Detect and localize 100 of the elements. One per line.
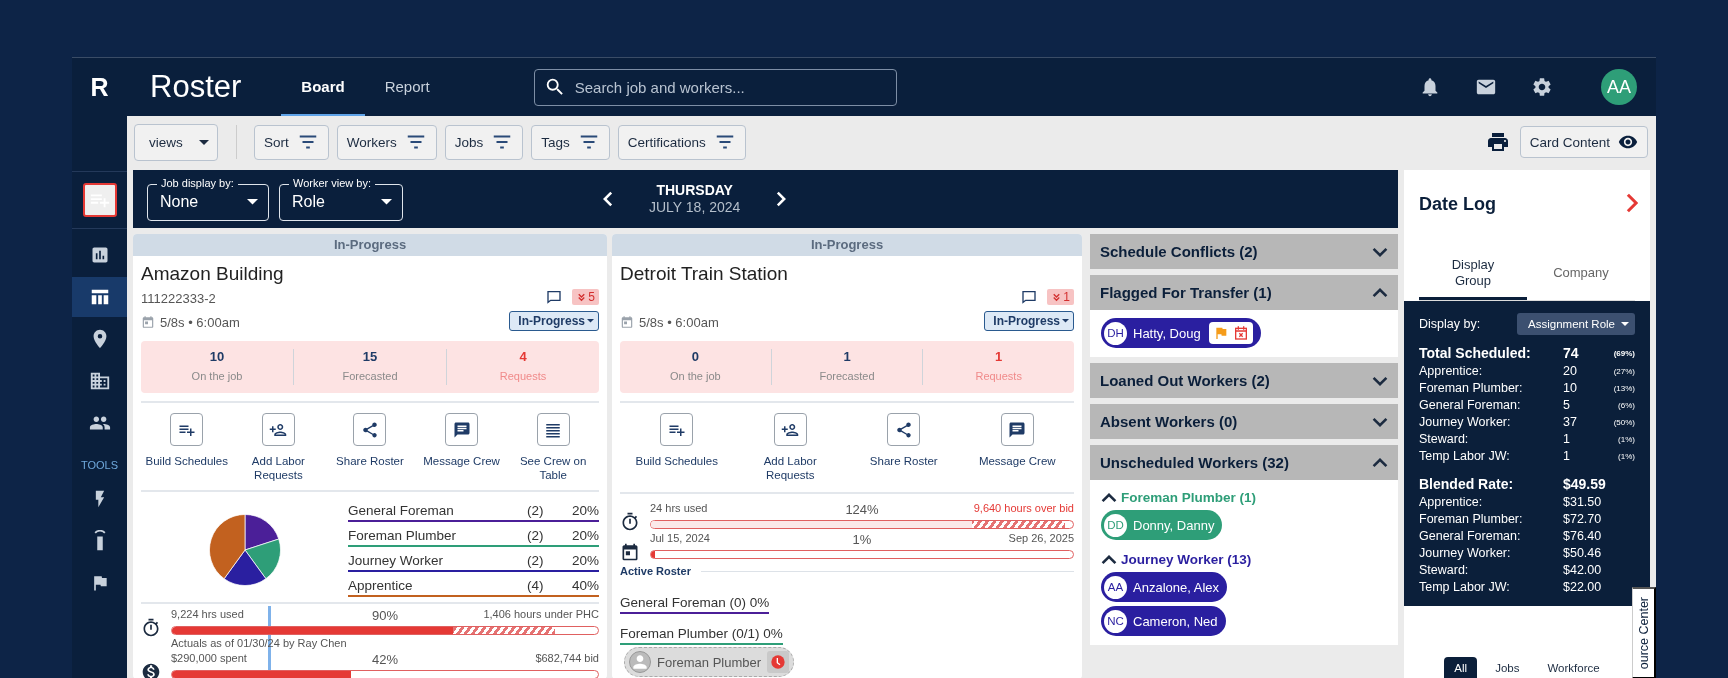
schedule-text: 5/8s • 6:00am <box>160 314 240 330</box>
share-icon <box>361 420 379 439</box>
sidebar-item[interactable] <box>72 277 127 317</box>
action-button[interactable]: Share Roster <box>847 413 961 482</box>
action-button[interactable]: Build Schedules <box>620 413 734 482</box>
settings-button[interactable] <box>1531 76 1553 98</box>
panel-header[interactable]: Schedule Conflicts (2) <box>1090 234 1398 269</box>
filter-button[interactable]: Jobs <box>444 124 524 160</box>
filter-tab[interactable]: Workforce <box>1537 657 1610 678</box>
status-dropdown[interactable]: In-Progress <box>984 311 1074 331</box>
caret-down-icon <box>247 199 258 205</box>
stat-label: Forecasted <box>818 370 876 382</box>
add-schedule-button[interactable] <box>82 183 117 217</box>
search-field[interactable]: Search job and workers... <box>533 68 897 106</box>
caret-down-icon <box>1621 322 1629 326</box>
panel-header[interactable]: Loaned Out Workers (2) <box>1090 363 1398 398</box>
action-button[interactable]: Message Crew <box>960 413 1074 482</box>
stat-value: $49.59 <box>1563 476 1607 492</box>
stat-value: 0 <box>690 349 700 364</box>
stat-value: 4 <box>518 349 528 364</box>
nav-tab[interactable]: Report <box>364 58 450 116</box>
views-dropdown[interactable]: views <box>134 123 218 161</box>
filter-button[interactable]: Sort <box>254 124 329 160</box>
stat-value: $72.70 <box>1563 512 1603 526</box>
stat-value: 37 <box>1563 415 1578 429</box>
action-button[interactable]: Share Roster <box>324 413 416 482</box>
stat-label: General Foreman: <box>1419 529 1522 543</box>
stat-percent: (6%) <box>1617 400 1635 410</box>
status-header: In-Progress <box>612 234 1082 256</box>
worker-chip[interactable]: AA Anzalone, Alex <box>1101 572 1227 602</box>
meter-start-text: $290,000 spent <box>171 652 248 666</box>
chevron-left-icon <box>603 191 613 207</box>
chevron-right-icon <box>776 191 787 207</box>
action-button[interactable]: Add Labor Requests <box>733 413 847 482</box>
job-title: Amazon Building <box>141 263 285 285</box>
filter-tab[interactable]: Jobs <box>1485 657 1530 678</box>
worker-initials: NC <box>1104 609 1127 633</box>
stat-percent: (1%) <box>1617 434 1635 444</box>
next-day-button[interactable] <box>776 191 787 207</box>
alert-badge: 1 <box>1047 289 1074 305</box>
stat-value: $50.46 <box>1563 546 1603 560</box>
stat-label: On the job <box>190 370 244 382</box>
chevron-up-icon <box>1372 287 1388 298</box>
timer-icon <box>620 512 640 532</box>
print-icon <box>1485 130 1510 154</box>
message-icon <box>1008 420 1027 439</box>
meter-start-text: 9,224 hrs used <box>171 608 245 622</box>
stat-value: $42.00 <box>1563 563 1603 577</box>
action-button[interactable]: See Crew on Table <box>507 413 599 482</box>
action-button[interactable]: Build Schedules <box>141 413 233 482</box>
stat-label: Steward: <box>1419 432 1470 446</box>
clock-icon <box>770 654 787 670</box>
stat-value: 1 <box>994 349 1004 364</box>
roster-group: Foreman Plumber (0/1) 0% <box>620 614 783 645</box>
action-button[interactable]: Message Crew <box>415 413 508 482</box>
section-title: Active Roster <box>620 565 691 577</box>
meter-percent: 1% <box>852 532 872 547</box>
stat-label: Steward: <box>1419 563 1470 577</box>
panel-tab[interactable]: Company <box>1527 248 1635 300</box>
app-logo: R <box>89 72 110 102</box>
previous-day-button[interactable] <box>603 191 613 207</box>
stat-label: Requests <box>498 370 548 382</box>
action-button[interactable]: Add Labor Requests <box>232 413 325 482</box>
weekday-label: THURSDAY <box>655 182 734 199</box>
chevron-up-icon <box>1101 492 1117 503</box>
stat-value: $31.50 <box>1563 495 1603 509</box>
panel-title: Date Log <box>1419 193 1496 215</box>
caret-down-icon <box>198 139 209 145</box>
filter-tab[interactable]: All <box>1444 657 1478 678</box>
field-label: Worker view by: <box>289 176 376 189</box>
filter-button[interactable]: Certifications <box>617 124 746 160</box>
group-header[interactable]: Journey Worker (13) <box>1101 552 1252 567</box>
display-by-dropdown[interactable]: Assignment Role <box>1517 313 1635 335</box>
calendar-icon <box>141 315 155 329</box>
stat-percent: (69%) <box>1613 348 1635 358</box>
panel-header[interactable]: Flagged For Transfer (1) <box>1090 275 1398 310</box>
panel-header[interactable]: Absent Workers (0) <box>1090 404 1398 439</box>
stat-label: Apprentice: <box>1419 364 1484 378</box>
chevron-down-icon <box>1372 416 1388 427</box>
field-label: Job display by: <box>157 176 238 189</box>
worker-chip[interactable]: DD Donny, Danny <box>1101 510 1223 540</box>
stat-label: Journey Worker: <box>1419 546 1512 560</box>
stat-label: Forecasted <box>341 370 399 382</box>
worker-name: Anzalone, Alex <box>1133 579 1219 595</box>
worker-chip[interactable]: NC Cameron, Ned <box>1101 606 1226 636</box>
stat-value: 5 <box>1563 398 1571 412</box>
stat-value: 10 <box>208 349 226 364</box>
meter-percent: 90% <box>372 608 398 623</box>
stat-label: Temp Labor JW: <box>1419 580 1511 594</box>
filter-button[interactable]: Workers <box>336 124 437 160</box>
stat-value: 1 <box>842 349 852 364</box>
worker-chip[interactable]: DH Hatty, Doug <box>1101 318 1261 348</box>
card-content-button[interactable]: Card Content <box>1519 126 1648 158</box>
roster-group: General Foreman (0) 0% <box>620 583 770 614</box>
filter-button[interactable]: Tags <box>531 124 610 160</box>
status-dropdown[interactable]: In-Progress <box>509 311 599 331</box>
open-slot-chip[interactable]: Foreman Plumber <box>624 647 795 677</box>
resource-center-tab[interactable]: ource Center <box>1632 587 1656 678</box>
meter-end-text: 9,640 hours over bid <box>972 502 1074 516</box>
panel-header[interactable]: Unscheduled Workers (32) <box>1090 445 1398 480</box>
